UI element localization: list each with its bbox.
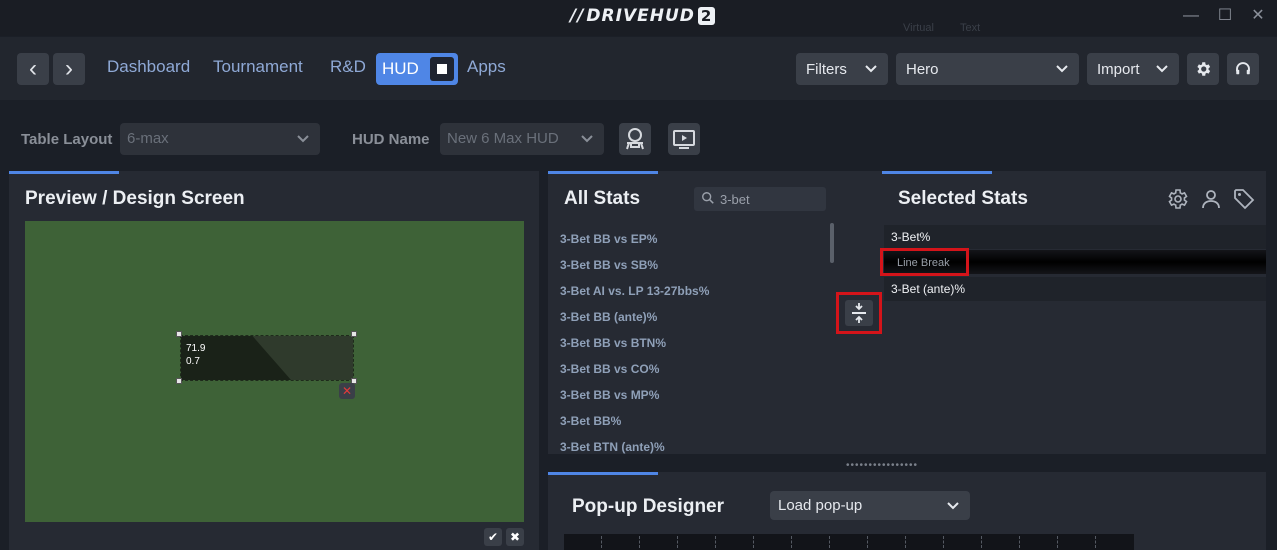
- user-icon[interactable]: [1199, 187, 1223, 216]
- player-select[interactable]: Hero: [896, 53, 1079, 85]
- back-button[interactable]: ‹: [17, 53, 49, 85]
- chevron-down-icon: [580, 129, 594, 152]
- add-line-break-button[interactable]: [845, 300, 873, 326]
- hud-stat-value: 0.7: [186, 356, 200, 367]
- chevron-right-icon: ›: [65, 55, 73, 82]
- cancel-button[interactable]: ✖: [506, 528, 524, 546]
- chevron-down-icon: [946, 496, 960, 519]
- splitter-handle[interactable]: ••••••••••••••••: [846, 460, 918, 471]
- hud-stat-value: 71.9: [186, 343, 206, 354]
- nav-bar: ‹ › Dashboard Tournament R&D HUD Apps Fi…: [0, 37, 1277, 100]
- chevron-down-icon: [1055, 59, 1069, 82]
- hud-name-label: HUD Name: [352, 131, 430, 148]
- table-layout-label: Table Layout: [21, 131, 113, 148]
- stat-item[interactable]: 3-Bet BB vs CO%: [560, 362, 659, 376]
- stat-item[interactable]: 3-Bet AI vs. LP 13-27bbs%: [560, 284, 709, 298]
- stat-item[interactable]: 3-Bet BB vs SB%: [560, 258, 658, 272]
- stats-search[interactable]: [694, 187, 826, 211]
- selected-accent: [882, 171, 992, 174]
- preview-screen-button[interactable]: [668, 123, 700, 155]
- confirm-button[interactable]: ✔: [484, 528, 502, 546]
- popup-canvas[interactable]: [564, 534, 1134, 550]
- add-line-break-highlight: [836, 292, 882, 334]
- maximize-icon[interactable]: ☐: [1214, 6, 1236, 26]
- resize-handle[interactable]: [176, 378, 182, 384]
- import-dropdown[interactable]: Import: [1087, 53, 1179, 85]
- preview-title: Preview / Design Screen: [25, 188, 245, 209]
- resize-handle[interactable]: [351, 331, 357, 337]
- line-break-icon: [845, 303, 873, 330]
- ghost-tab-virtual: Virtual: [903, 22, 934, 34]
- stat-item[interactable]: 3-Bet BB%: [560, 414, 621, 428]
- selected-stat-row[interactable]: 3-Bet (ante)%: [884, 277, 1266, 301]
- search-input[interactable]: [720, 190, 820, 208]
- stop-icon[interactable]: [430, 57, 454, 81]
- stat-item[interactable]: 3-Bet BB (ante)%: [560, 310, 657, 324]
- chevron-left-icon: ‹: [29, 55, 37, 82]
- ghost-tab-text: Text: [960, 22, 981, 34]
- settings-button[interactable]: [1187, 53, 1219, 85]
- filters-dropdown[interactable]: Filters: [796, 53, 888, 85]
- selected-stats-title: Selected Stats: [898, 188, 1028, 209]
- headset-icon: [1234, 62, 1252, 82]
- stat-item[interactable]: 3-Bet BTN (ante)%: [560, 440, 665, 454]
- title-bar: //DRIVEHUD 2 Virtual Text — ☐ ✕: [0, 0, 1277, 36]
- gear-icon[interactable]: [1165, 187, 1189, 216]
- chevron-down-icon: [1155, 59, 1169, 82]
- support-button[interactable]: [1227, 53, 1259, 85]
- app-logo: //DRIVEHUD 2: [570, 6, 716, 26]
- hud-name-select[interactable]: New 6 Max HUD: [440, 123, 604, 155]
- delete-hud-element-button[interactable]: ✕: [339, 383, 355, 399]
- selected-stat-row[interactable]: 3-Bet%: [884, 225, 1266, 249]
- stats-scrollbar[interactable]: [830, 223, 834, 263]
- gear-icon: [1194, 62, 1212, 82]
- popup-title: Pop-up Designer: [572, 496, 725, 517]
- stat-item[interactable]: 3-Bet BB vs BTN%: [560, 336, 666, 350]
- table-layout-select[interactable]: 6-max: [120, 123, 320, 155]
- nav-dashboard[interactable]: Dashboard: [107, 57, 190, 77]
- nav-apps[interactable]: Apps: [467, 57, 506, 77]
- resize-handle[interactable]: [176, 331, 182, 337]
- monitor-play-icon: [668, 130, 700, 159]
- nav-hud[interactable]: HUD: [376, 53, 458, 85]
- stat-item[interactable]: 3-Bet BB vs MP%: [560, 388, 659, 402]
- minimize-icon[interactable]: —: [1180, 6, 1202, 26]
- chair-icon: [619, 128, 651, 159]
- close-icon[interactable]: ✕: [1247, 6, 1269, 26]
- search-icon: [701, 191, 715, 210]
- line-break-highlight: Line Break: [880, 248, 969, 276]
- nav-tournament[interactable]: Tournament: [213, 57, 303, 77]
- all-stats-title: All Stats: [564, 188, 641, 209]
- chevron-down-icon: [296, 129, 310, 152]
- check-icon: ✔: [487, 530, 499, 544]
- forward-button[interactable]: ›: [53, 53, 85, 85]
- hud-element[interactable]: 71.9 0.7: [180, 335, 354, 381]
- load-popup-dropdown[interactable]: Load pop-up: [770, 491, 970, 520]
- tag-icon[interactable]: [1232, 187, 1256, 216]
- close-icon: ✖: [509, 530, 521, 544]
- chevron-down-icon: [864, 59, 878, 82]
- nav-rnd[interactable]: R&D: [330, 57, 366, 77]
- player-seat-button[interactable]: [619, 123, 651, 155]
- stat-item[interactable]: 3-Bet BB vs EP%: [560, 232, 657, 246]
- close-icon: ✕: [341, 384, 353, 398]
